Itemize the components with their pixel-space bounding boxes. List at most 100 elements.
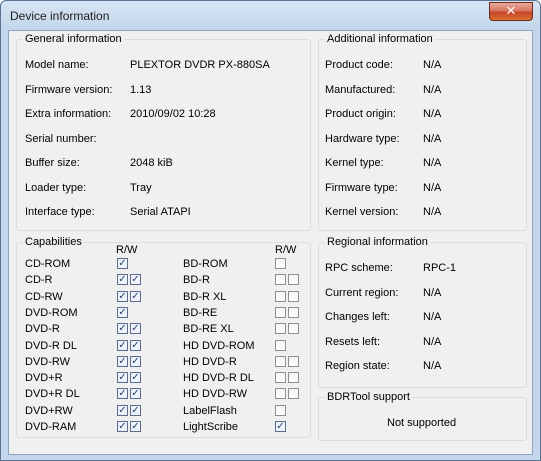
info-label-interface-type: Interface type:	[25, 206, 95, 218]
read-checkbox-dvd-r[interactable]: ✓	[117, 323, 128, 335]
title-bar[interactable]: Device information ✕	[1, 1, 540, 31]
info-value-kernel-type: N/A	[423, 157, 442, 169]
read-checkbox-dvd-rom[interactable]: ✓	[117, 306, 128, 318]
write-checkbox-dvd-rw[interactable]: ✓	[130, 355, 141, 367]
capabilities-group: Capabilities R/W R/W CD-ROM ✓ CD-R ✓ ✓ CD-RW ✓ ✓ D…	[16, 235, 311, 438]
capability-label-bd-rom: BD-ROM	[183, 258, 228, 270]
read-checkbox-hd-dvd-r-dl[interactable]	[275, 372, 286, 384]
info-label-extra-information: Extra information:	[25, 108, 112, 120]
write-checkbox-hd-dvd-rw[interactable]	[288, 388, 299, 400]
capability-label-hd-dvd-rw: HD DVD-RW	[183, 388, 247, 401]
write-checkbox-dvd-r[interactable]: ✓	[130, 323, 141, 335]
read-checkbox-cd-rw[interactable]: ✓	[117, 290, 128, 302]
info-value-resets-left: N/A	[423, 335, 442, 348]
info-value-product-code: N/A	[423, 59, 442, 71]
close-button[interactable]: ✕	[489, 2, 533, 21]
capability-label-bd-r-xl: BD-R XL	[183, 290, 227, 303]
read-checkbox-hd-dvd-rom[interactable]	[275, 339, 286, 351]
read-checkbox-hd-dvd-r[interactable]	[275, 355, 286, 367]
info-label-rpc-scheme: RPC scheme:	[325, 262, 393, 274]
write-checkbox-dvd-r-dl[interactable]: ✓	[130, 339, 141, 351]
info-value-rpc-scheme: RPC-1	[423, 262, 457, 274]
write-checkbox-hd-dvd-r[interactable]	[288, 355, 299, 367]
write-checkbox-dvd-r-dl[interactable]: ✓	[130, 388, 141, 400]
read-checkbox-labelflash[interactable]	[275, 404, 286, 416]
capability-label-dvd-rom: DVD-ROM	[25, 306, 78, 319]
read-checkbox-lightscribe[interactable]: ✓	[275, 421, 286, 432]
capability-label-dvd-r-dl: DVD-R DL	[25, 339, 77, 352]
info-value-kernel-version: N/A	[423, 206, 442, 218]
bdrtool-support-group: BDRTool support Not supported	[318, 390, 527, 441]
info-label-manufactured: Manufactured:	[325, 83, 396, 96]
capability-label-lightscribe: LightScribe	[183, 421, 239, 433]
rw-header-left: R/W	[116, 244, 138, 256]
read-checkbox-cd-r[interactable]: ✓	[117, 274, 128, 286]
info-value-region-state: N/A	[423, 360, 442, 372]
read-checkbox-dvd-r-dl[interactable]: ✓	[117, 388, 128, 400]
write-checkbox-dvd-rw[interactable]: ✓	[130, 404, 141, 416]
info-value-current-region: N/A	[423, 286, 442, 299]
info-label-changes-left: Changes left:	[325, 311, 390, 323]
info-value-changes-left: N/A	[423, 311, 442, 323]
info-value-loader-type: Tray	[130, 181, 152, 194]
write-checkbox-dvd-r[interactable]: ✓	[130, 372, 141, 384]
additional-information-title: Additional information	[325, 32, 435, 46]
info-value-manufactured: N/A	[423, 83, 442, 96]
write-checkbox-cd-rw[interactable]: ✓	[130, 290, 141, 302]
capability-label-dvd-rw: DVD-RW	[25, 355, 71, 368]
read-checkbox-dvd-ram[interactable]: ✓	[117, 421, 128, 432]
info-value-firmware-version: 1.13	[130, 83, 152, 96]
rw-header-right: R/W	[275, 244, 297, 256]
info-value-firmware-type: N/A	[423, 181, 442, 194]
capability-label-cd-rom: CD-ROM	[25, 258, 71, 270]
info-label-product-origin: Product origin:	[325, 108, 396, 120]
capability-label-dvd-r: DVD-R	[25, 323, 60, 336]
info-label-serial-number: Serial number:	[25, 132, 97, 145]
capability-label-cd-r: CD-R	[25, 274, 53, 287]
general-information-group: General information Model name: PLEXTOR D…	[16, 32, 311, 231]
dialog-client-area: General information Model name: PLEXTOR D…	[8, 30, 533, 455]
info-label-product-code: Product code:	[325, 59, 393, 71]
write-checkbox-bd-re[interactable]	[288, 306, 299, 318]
write-checkbox-dvd-ram[interactable]: ✓	[130, 421, 141, 432]
read-checkbox-dvd-r[interactable]: ✓	[117, 372, 128, 384]
device-information-window: Device information ✕ General information…	[0, 0, 541, 461]
read-checkbox-bd-rom[interactable]	[275, 258, 286, 269]
regional-information-title: Regional information	[325, 235, 430, 249]
info-label-firmware-type: Firmware type:	[325, 181, 398, 194]
info-label-model-name: Model name:	[25, 59, 89, 71]
read-checkbox-bd-re[interactable]	[275, 306, 286, 318]
write-checkbox-bd-r-xl[interactable]	[288, 290, 299, 302]
write-checkbox-bd-re-xl[interactable]	[288, 323, 299, 335]
read-checkbox-dvd-rw[interactable]: ✓	[117, 355, 128, 367]
capability-label-dvd-rw: DVD+RW	[25, 404, 73, 417]
info-label-loader-type: Loader type:	[25, 181, 87, 194]
capability-label-hd-dvd-r: HD DVD-R	[183, 355, 237, 368]
close-icon: ✕	[505, 3, 517, 18]
write-checkbox-hd-dvd-r-dl[interactable]	[288, 372, 299, 384]
read-checkbox-bd-r[interactable]	[275, 274, 286, 286]
info-value-model-name: PLEXTOR DVDR PX-880SA	[130, 59, 270, 71]
bdrtool-status: Not supported	[387, 417, 457, 429]
capability-label-bd-re: BD-RE	[183, 306, 218, 319]
general-information-title: General information	[23, 32, 124, 46]
read-checkbox-dvd-r-dl[interactable]: ✓	[117, 339, 128, 351]
capability-label-bd-re-xl: BD-RE XL	[183, 323, 234, 336]
read-checkbox-hd-dvd-rw[interactable]	[275, 388, 286, 400]
info-label-resets-left: Resets left:	[325, 335, 381, 348]
read-checkbox-cd-rom[interactable]: ✓	[117, 258, 128, 269]
info-label-kernel-type: Kernel type:	[325, 157, 384, 169]
capability-label-dvd-r: DVD+R	[25, 372, 63, 385]
write-checkbox-cd-r[interactable]: ✓	[130, 274, 141, 286]
info-label-buffer-size: Buffer size:	[25, 157, 80, 169]
write-checkbox-bd-r[interactable]	[288, 274, 299, 286]
read-checkbox-bd-r-xl[interactable]	[275, 290, 286, 302]
read-checkbox-bd-re-xl[interactable]	[275, 323, 286, 335]
info-label-firmware-version: Firmware version:	[25, 83, 113, 96]
capability-label-dvd-r-dl: DVD+R DL	[25, 388, 80, 401]
info-value-buffer-size: 2048 kiB	[130, 157, 173, 169]
read-checkbox-dvd-rw[interactable]: ✓	[117, 404, 128, 416]
capabilities-title: Capabilities	[23, 235, 84, 249]
info-value-hardware-type: N/A	[423, 132, 442, 145]
capability-label-hd-dvd-rom: HD DVD-ROM	[183, 339, 255, 352]
